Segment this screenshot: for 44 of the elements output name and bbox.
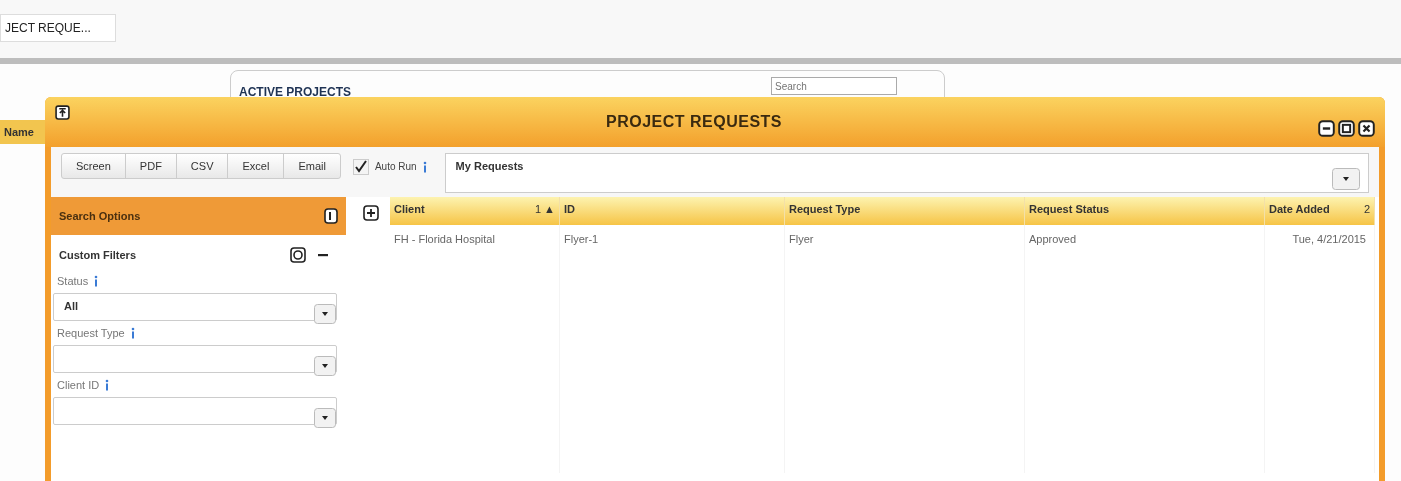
table-cell: Flyer-1 xyxy=(560,225,785,253)
export-button[interactable]: PDF xyxy=(125,154,177,178)
checkbox[interactable] xyxy=(352,159,369,175)
column-header[interactable]: Request Type xyxy=(785,197,1025,225)
table-cell: FH - Florida Hospital xyxy=(390,225,560,253)
window-title: PROJECT REQUESTS xyxy=(605,113,783,131)
info-icon[interactable] xyxy=(94,275,99,287)
export-button[interactable]: Screen xyxy=(62,154,126,178)
field-label: Request Type xyxy=(57,327,125,339)
circle-icon[interactable] xyxy=(290,247,306,263)
export-button[interactable]: Email xyxy=(284,154,340,178)
close-icon[interactable] xyxy=(1358,119,1375,137)
minimize-icon[interactable] xyxy=(1318,119,1335,137)
column-header[interactable]: Client 1 ▲ xyxy=(390,197,560,225)
column-header[interactable]: Request Status xyxy=(1025,197,1265,225)
field-label: Client ID xyxy=(57,379,100,391)
collapse-icon[interactable] xyxy=(324,208,338,224)
minus-icon[interactable] xyxy=(318,253,328,257)
tab[interactable]: JECT REQUE... xyxy=(0,14,116,42)
table-cell: Approved xyxy=(1025,225,1265,253)
panel-title: Search Options xyxy=(59,210,141,222)
filter-dropdown[interactable]: All xyxy=(53,293,337,321)
column-header[interactable]: ID xyxy=(560,197,785,225)
saved-search-dropdown[interactable]: My Requests xyxy=(444,153,1369,193)
column-header: Name xyxy=(0,120,48,144)
section-heading: ACTIVE PROJECTS xyxy=(239,85,352,99)
export-button[interactable]: Excel xyxy=(228,154,285,178)
pin-icon[interactable] xyxy=(55,104,70,120)
column-header[interactable]: Date Added 2 xyxy=(1265,197,1375,225)
add-icon[interactable] xyxy=(363,205,379,221)
dropdown-icon[interactable] xyxy=(314,408,336,428)
export-button[interactable]: CSV xyxy=(176,154,229,178)
maximize-icon[interactable] xyxy=(1338,119,1355,137)
checkbox-label: Auto Run xyxy=(374,161,417,172)
info-icon[interactable] xyxy=(422,161,427,173)
section-title: Custom Filters xyxy=(59,249,137,261)
info-icon[interactable] xyxy=(130,327,135,339)
table-cell: Flyer xyxy=(785,225,1025,253)
field-label: Status xyxy=(57,275,89,287)
table-cell: Tue, 4/21/2015 xyxy=(1265,225,1375,253)
info-icon[interactable] xyxy=(105,379,110,391)
dropdown-icon[interactable] xyxy=(314,356,336,376)
dropdown-icon[interactable] xyxy=(314,304,336,324)
search-field[interactable]: Search xyxy=(771,77,898,95)
